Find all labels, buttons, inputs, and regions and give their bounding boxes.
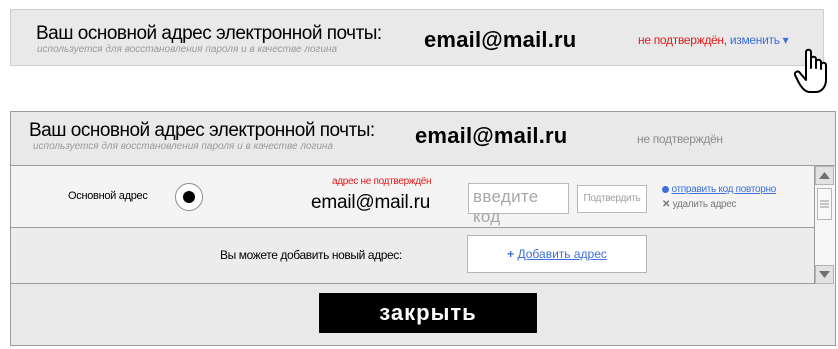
panel-title: Ваш основной адрес электронной почты: — [29, 120, 375, 141]
confirm-button[interactable]: Подтвердить — [577, 185, 647, 213]
hand-cursor-icon — [794, 48, 827, 93]
triangle-down-icon — [819, 271, 830, 278]
panel-header: Ваш основной адрес электронной почты: ис… — [11, 112, 835, 166]
add-address-row: Вы можете добавить новый адрес: + Добави… — [11, 228, 814, 284]
address-email: email@mail.ru — [311, 192, 431, 213]
grip-icon — [820, 200, 829, 208]
delete-address-label: удалить адрес — [672, 199, 737, 210]
status-line: не подтверждён, изменить ▾ — [638, 33, 789, 47]
scrollbar[interactable] — [814, 166, 835, 284]
email-settings-panel: Ваш основной адрес электронной почты: ис… — [10, 111, 836, 346]
change-email-link[interactable]: изменить ▾ — [730, 33, 789, 47]
delete-address-action[interactable]: ✕ удалить адрес — [662, 199, 737, 210]
panel-subtitle: используется для восстановления пароля и… — [37, 44, 338, 55]
panel-subtitle: используется для восстановления пароля и… — [33, 141, 334, 152]
resend-code-link[interactable]: отправить код повторно — [671, 184, 776, 195]
scroll-thumb[interactable] — [817, 188, 832, 220]
add-address-prompt: Вы можете добавить новый адрес: — [220, 248, 402, 262]
primary-email: email@mail.ru — [415, 123, 568, 148]
unconfirmed-status: не подтверждён, — [638, 33, 727, 47]
primary-email: email@mail.ru — [424, 27, 577, 52]
status-text: не подтверждён — [637, 132, 723, 146]
plus-icon: + — [507, 247, 515, 261]
add-address-label: Добавить адрес — [517, 247, 607, 261]
scroll-down-button[interactable] — [815, 265, 834, 284]
scroll-up-button[interactable] — [815, 166, 834, 185]
circle-dot-icon — [662, 185, 669, 193]
radio-selected-dot — [183, 191, 195, 203]
primary-address-radio[interactable] — [175, 183, 203, 211]
address-row: Основной адрес адрес не подтверждён emai… — [11, 166, 814, 228]
panel-footer: закрыть — [11, 284, 835, 345]
x-icon: ✕ — [662, 199, 671, 210]
close-button[interactable]: закрыть — [319, 293, 537, 333]
add-address-button[interactable]: + Добавить адрес — [467, 235, 647, 273]
verification-code-input[interactable]: введите код — [468, 183, 569, 226]
panel-title: Ваш основной адрес электронной почты: — [36, 23, 382, 44]
primary-address-label: Основной адрес — [68, 190, 148, 202]
triangle-up-icon — [819, 172, 830, 179]
unconfirmed-warning: адрес не подтверждён — [332, 176, 432, 187]
resend-code-action[interactable]: отправить код повторно — [662, 184, 776, 195]
email-summary-panel: Ваш основной адрес электронной почты: ис… — [10, 9, 824, 66]
